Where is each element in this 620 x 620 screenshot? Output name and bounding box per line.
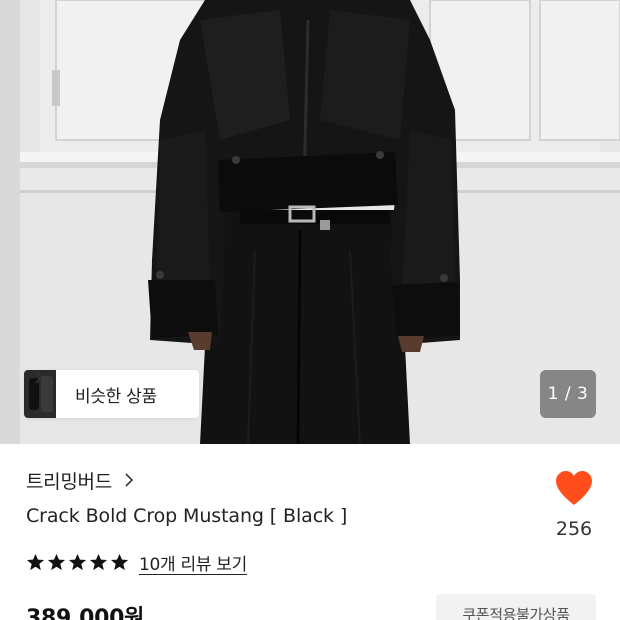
product-title: Crack Bold Crop Mustang [ Black ] [26, 505, 348, 527]
star-icon [68, 553, 87, 571]
price: 389,000원 [26, 606, 145, 620]
brand-link[interactable]: 트리밍버드 [26, 466, 134, 494]
star-rating [26, 553, 129, 572]
coupon-badge: 쿠폰적용불가상품 [436, 594, 596, 620]
like-count: 256 [555, 518, 593, 540]
rating-row: 10개 리뷰 보기 [26, 550, 247, 575]
star-icon [89, 553, 108, 571]
review-link[interactable]: 10개 리뷰 보기 [139, 550, 247, 575]
star-icon [47, 553, 66, 571]
similar-products-button[interactable]: 비슷한 상품 [24, 370, 199, 418]
image-counter: 1 / 3 [540, 370, 596, 418]
heart-icon [556, 471, 592, 505]
star-icon [110, 553, 129, 571]
like-button[interactable]: 256 [548, 470, 600, 540]
chevron-right-icon [125, 473, 134, 487]
chevron-right-icon [35, 370, 44, 384]
brand-name: 트리밍버드 [26, 470, 112, 493]
star-icon [26, 553, 45, 571]
similar-products-label: 비슷한 상품 [75, 386, 157, 407]
product-image-gallery[interactable]: 비슷한 상품 1 / 3 [0, 0, 620, 444]
